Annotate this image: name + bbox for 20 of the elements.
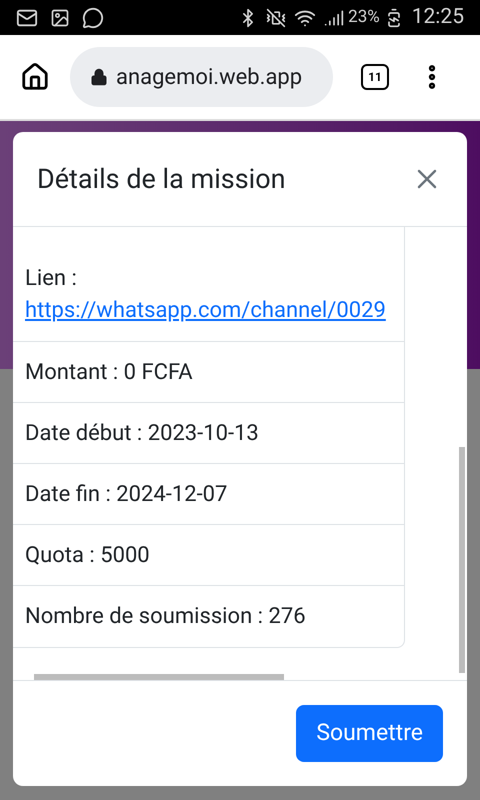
chat-bubble-icon — [82, 6, 104, 28]
tab-count[interactable]: 11 — [361, 64, 389, 90]
clock: 12:25 — [412, 4, 464, 31]
detail-text: Date fin : 2024-12-07 — [25, 480, 228, 508]
address-bar[interactable]: anagemoi.web.app — [70, 47, 333, 107]
detail-label: Lien : — [25, 265, 78, 293]
detail-text: Date début : 2023-10-13 — [25, 420, 259, 448]
lock-icon — [90, 68, 108, 86]
image-icon — [50, 8, 70, 28]
vibrate-off-icon — [266, 8, 286, 28]
detail-text: Quota : 5000 — [25, 542, 150, 570]
signal-icon — [324, 8, 344, 28]
detail-text: Montant : 0 FCFA — [25, 358, 193, 386]
modal-title: Détails de la mission — [37, 162, 286, 197]
channel-link[interactable]: https://whatsapp.com/channel/0029 — [25, 295, 393, 327]
battery-percent: 23% — [348, 6, 380, 29]
submit-button[interactable]: Soumettre — [296, 705, 443, 762]
home-icon[interactable] — [20, 62, 50, 92]
url-text: anagemoi.web.app — [116, 64, 302, 92]
detail-text: Nombre de soumission : 276 — [25, 603, 306, 631]
